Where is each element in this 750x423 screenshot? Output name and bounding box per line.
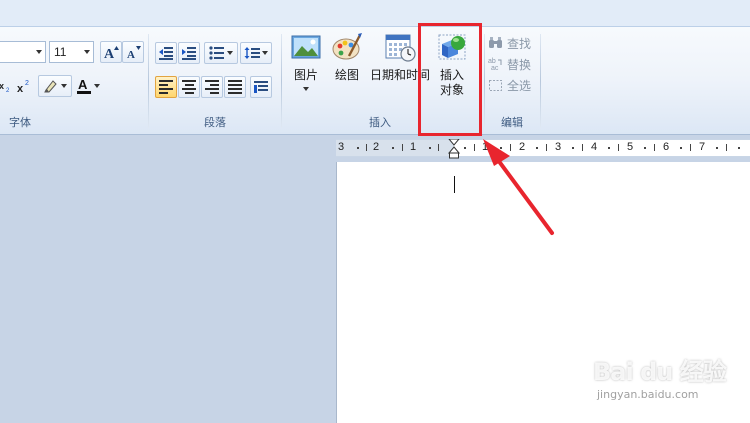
baidu-jingyan-watermark: Bai du 经验 jingyan.baidu.com	[585, 352, 735, 414]
watermark-brand: Bai du 经验	[593, 358, 727, 386]
watermark-url: jingyan.baidu.com	[597, 388, 699, 401]
